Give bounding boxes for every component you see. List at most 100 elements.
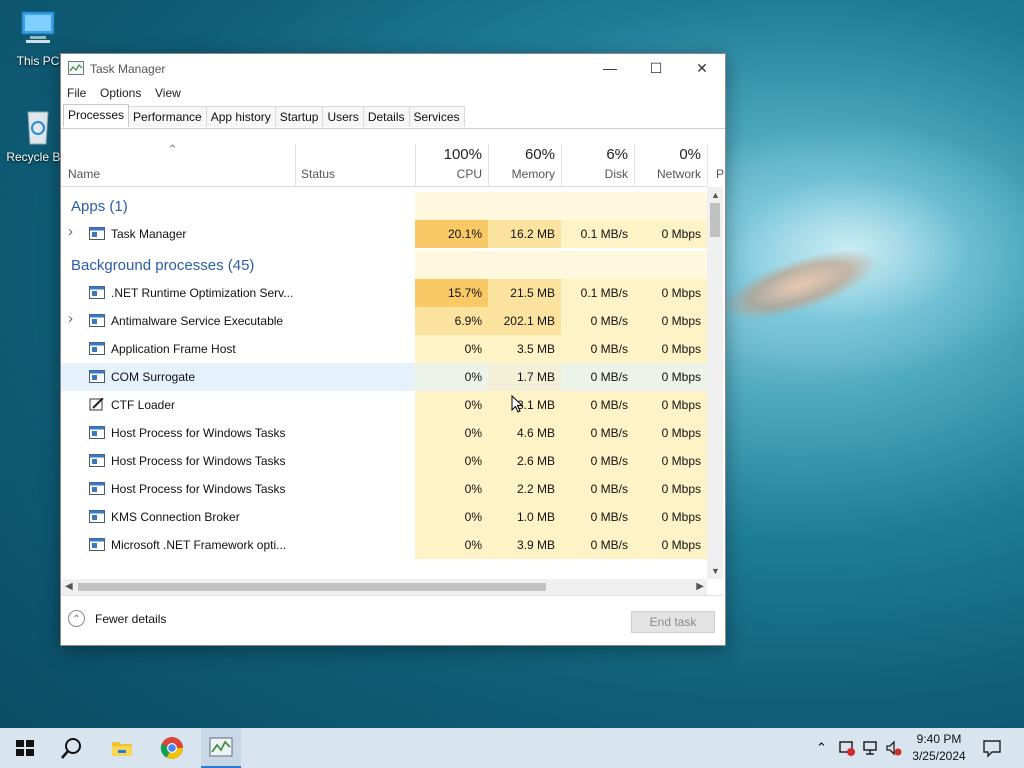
- notifications-icon[interactable]: [982, 738, 1002, 758]
- process-cpu-value: 6.9%: [415, 307, 488, 335]
- chrome-icon[interactable]: [160, 736, 184, 760]
- close-button[interactable]: ✕: [679, 54, 725, 82]
- tab-users[interactable]: Users: [322, 106, 364, 127]
- process-memory-value: 1.7 MB: [488, 363, 561, 391]
- tab-app-history[interactable]: App history: [205, 106, 276, 127]
- process-row[interactable]: Application Frame Host 0% 3.5 MB 0 MB/s 0 Mb…: [61, 335, 707, 363]
- expand-chevron-icon[interactable]: ›: [68, 310, 73, 327]
- scroll-down-icon[interactable]: ▼: [711, 566, 720, 576]
- horizontal-scroll-thumb[interactable]: [78, 583, 546, 591]
- title-bar[interactable]: Task Manager — ☐ ✕: [61, 54, 725, 82]
- process-window-icon: [89, 426, 105, 439]
- mouse-cursor-icon: [511, 395, 523, 413]
- process-row[interactable]: COM Surrogate 0% 1.7 MB 0 MB/s 0 Mbps: [61, 363, 707, 391]
- process-name: Antimalware Service Executable: [111, 314, 284, 328]
- task-manager-taskbar-icon: [209, 737, 233, 757]
- end-task-button[interactable]: End task: [631, 611, 715, 633]
- menu-file[interactable]: File: [67, 86, 86, 100]
- network-percent: 0%: [679, 146, 701, 163]
- process-memory-value: 21.5 MB: [488, 279, 561, 307]
- process-network-value: 0 Mbps: [634, 475, 707, 503]
- column-status[interactable]: Status: [301, 167, 335, 181]
- tab-performance[interactable]: Performance: [128, 106, 207, 127]
- cpu-label: CPU: [456, 167, 482, 181]
- column-network[interactable]: 0% Network: [634, 144, 707, 186]
- process-cpu-value: 0%: [415, 475, 488, 503]
- tab-startup[interactable]: Startup: [274, 106, 324, 127]
- memory-label: Memory: [511, 167, 555, 181]
- group-header[interactable]: Apps (1): [61, 192, 707, 220]
- taskbar-task-manager-button[interactable]: [201, 728, 241, 768]
- tab-details[interactable]: Details: [362, 106, 410, 127]
- cpu-percent: 100%: [443, 146, 482, 163]
- scroll-right-icon[interactable]: ▶: [696, 581, 704, 592]
- maximize-button[interactable]: ☐: [633, 54, 679, 82]
- file-explorer-icon[interactable]: [110, 736, 134, 760]
- process-disk-value: 0 MB/s: [561, 363, 634, 391]
- tab-processes[interactable]: Processes: [63, 104, 130, 127]
- tab-divider: [61, 128, 725, 129]
- volume-muted-icon[interactable]: [885, 739, 903, 757]
- column-name[interactable]: Name: [68, 167, 100, 181]
- process-memory-value: 2.2 MB: [488, 475, 561, 503]
- column-separator[interactable]: [295, 144, 296, 186]
- vertical-scrollbar[interactable]: ▲ ▼: [707, 187, 723, 579]
- taskbar-time[interactable]: 9:40 PM: [912, 732, 966, 746]
- process-row[interactable]: › Antimalware Service Executable 6.9% 202.1…: [61, 307, 707, 335]
- process-cpu-value: 0%: [415, 447, 488, 475]
- menu-view[interactable]: View: [155, 86, 181, 100]
- taskbar-date[interactable]: 3/25/2024: [912, 749, 966, 763]
- search-icon[interactable]: [60, 736, 84, 760]
- process-row[interactable]: Host Process for Windows Tasks 0% 2.2 MB 0 …: [61, 475, 707, 503]
- security-alert-icon[interactable]: [838, 739, 856, 757]
- expand-chevron-icon[interactable]: ›: [68, 223, 73, 240]
- process-network-value: 0 Mbps: [634, 503, 707, 531]
- vertical-scroll-thumb[interactable]: [710, 203, 720, 237]
- desktop-icon-label: This PC: [16, 54, 60, 68]
- task-manager-app-icon: [68, 61, 84, 75]
- maximize-icon: ☐: [649, 60, 663, 76]
- process-cpu-value: 20.1%: [415, 220, 488, 248]
- windows-start-icon[interactable]: [13, 736, 37, 760]
- column-separator[interactable]: [707, 144, 708, 186]
- scroll-left-icon[interactable]: ◀: [65, 581, 73, 592]
- process-window-icon: [89, 510, 105, 523]
- process-network-value: 0 Mbps: [634, 391, 707, 419]
- column-header-row: ⌃ Name Status 100% CPU 60% Memory 6% Dis…: [61, 142, 724, 187]
- process-name: .NET Runtime Optimization Serv...: [111, 286, 294, 300]
- column-power-partial[interactable]: P: [716, 167, 724, 181]
- window-title: Task Manager: [90, 62, 166, 76]
- task-manager-window: Task Manager — ☐ ✕ File Options View Pro…: [60, 53, 726, 646]
- scroll-up-icon[interactable]: ▲: [711, 190, 720, 200]
- process-row[interactable]: .NET Runtime Optimization Serv... 15.7% 21…: [61, 279, 707, 307]
- group-heat-cell: [488, 192, 561, 220]
- show-hidden-icons-chevron-icon[interactable]: ⌃: [816, 740, 827, 756]
- process-row[interactable]: Host Process for Windows Tasks 0% 4.6 MB 0 …: [61, 419, 707, 447]
- column-disk[interactable]: 6% Disk: [561, 144, 634, 186]
- horizontal-scrollbar[interactable]: ◀ ▶: [61, 579, 707, 595]
- menu-options[interactable]: Options: [100, 86, 141, 100]
- process-disk-value: 0 MB/s: [561, 447, 634, 475]
- column-cpu[interactable]: 100% CPU: [415, 144, 488, 186]
- process-row[interactable]: Microsoft .NET Framework opti... 0% 3.9 MB…: [61, 531, 707, 559]
- minimize-button[interactable]: —: [587, 54, 633, 82]
- column-memory[interactable]: 60% Memory: [488, 144, 561, 186]
- sort-up-icon[interactable]: ⌃: [167, 142, 178, 158]
- process-row[interactable]: Host Process for Windows Tasks 0% 2.6 MB 0 …: [61, 447, 707, 475]
- network-icon[interactable]: [862, 739, 880, 757]
- process-disk-value: 0 MB/s: [561, 335, 634, 363]
- group-heat-cell: [561, 251, 634, 279]
- group-header[interactable]: Background processes (45): [61, 251, 707, 279]
- process-row[interactable]: KMS Connection Broker 0% 1.0 MB 0 MB/s 0 Mbp…: [61, 503, 707, 531]
- process-row[interactable]: › Task Manager 20.1% 16.2 MB 0.1 MB/s 0 Mbps: [61, 220, 707, 248]
- process-row[interactable]: CTF Loader 0% 3.1 MB 0 MB/s 0 Mbps: [61, 391, 707, 419]
- chevron-up-circle-icon: ⌃: [68, 610, 85, 627]
- process-window-icon: [89, 342, 105, 355]
- computer-icon: [16, 10, 60, 50]
- process-memory-value: 1.0 MB: [488, 503, 561, 531]
- tab-services[interactable]: Services: [408, 106, 465, 127]
- process-network-value: 0 Mbps: [634, 307, 707, 335]
- group-label: Background processes (45): [71, 257, 255, 274]
- process-disk-value: 0 MB/s: [561, 503, 634, 531]
- process-network-value: 0 Mbps: [634, 220, 707, 248]
